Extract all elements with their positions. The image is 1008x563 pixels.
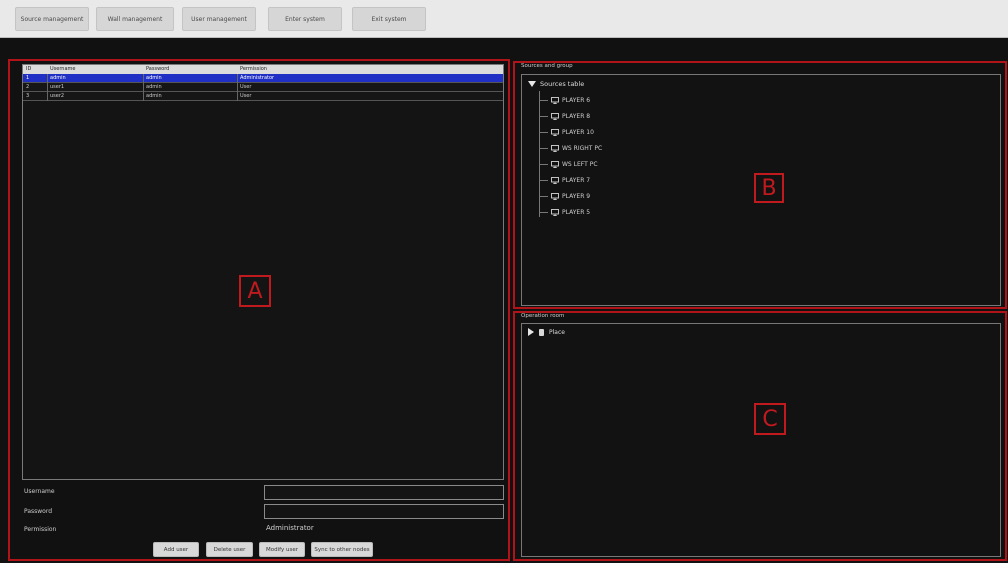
- header-password: Password: [146, 66, 170, 72]
- header-permission: Permission: [240, 66, 267, 72]
- user-management-button[interactable]: User management: [182, 7, 256, 31]
- monitor-icon: [551, 129, 559, 136]
- place-label: Place: [549, 328, 565, 336]
- cell-id: 1: [26, 75, 30, 81]
- tree-item-label: PLAYER 5: [562, 209, 591, 216]
- password-label: Password: [24, 508, 53, 515]
- monitor-icon: [551, 209, 559, 216]
- sources-root-label: Sources table: [540, 80, 585, 88]
- permission-select[interactable]: Administrator: [266, 524, 314, 532]
- cell-username: user2: [50, 93, 65, 99]
- username-label: Username: [24, 488, 55, 495]
- triangle-right-icon[interactable]: [528, 328, 534, 336]
- monitor-icon: [551, 97, 559, 104]
- marker-a: A: [239, 275, 271, 307]
- monitor-icon: [551, 113, 559, 120]
- monitor-icon: [551, 145, 559, 152]
- user-panel: ID Username Password Permission 1 admin …: [8, 59, 510, 561]
- marker-b: B: [754, 173, 784, 203]
- cell-password: admin: [146, 93, 162, 99]
- tree-item-label: PLAYER 8: [562, 113, 591, 120]
- tree-item[interactable]: PLAYER 8: [539, 113, 590, 120]
- tree-item[interactable]: PLAYER 6: [539, 97, 590, 104]
- table-row[interactable]: 3 user2 admin User: [23, 92, 503, 101]
- operation-panel: Operation room Place C: [513, 311, 1007, 561]
- tree-item-label: WS RIGHT PC: [562, 145, 603, 152]
- document-icon: [539, 328, 544, 336]
- sources-tree: Sources table PLAYER 6 PLAYER 8 PLAYER 1…: [521, 74, 1001, 306]
- place-item[interactable]: Place: [528, 328, 565, 336]
- marker-c: C: [754, 403, 786, 435]
- cell-permission: User: [240, 93, 252, 99]
- wall-management-button[interactable]: Wall management: [96, 7, 174, 31]
- operation-tree: Place C: [521, 323, 1001, 557]
- tree-item-label: PLAYER 9: [562, 193, 591, 200]
- tree-item[interactable]: WS RIGHT PC: [539, 145, 602, 152]
- users-table[interactable]: ID Username Password Permission 1 admin …: [22, 64, 504, 480]
- cell-id: 3: [26, 93, 30, 99]
- monitor-icon: [551, 177, 559, 184]
- tree-item-label: PLAYER 6: [562, 97, 591, 104]
- tree-item-label: PLAYER 7: [562, 177, 591, 184]
- cell-id: 2: [26, 84, 30, 90]
- sources-panel: Sources and group Sources table PLAYER 6…: [513, 61, 1007, 309]
- table-row[interactable]: 2 user1 admin User: [23, 83, 503, 92]
- sync-nodes-button[interactable]: Sync to other nodes: [311, 542, 373, 557]
- tree-item[interactable]: PLAYER 10: [539, 129, 594, 136]
- triangle-down-icon[interactable]: [528, 81, 536, 87]
- header-id: ID: [26, 66, 32, 72]
- monitor-icon: [551, 161, 559, 168]
- source-management-button[interactable]: Source management: [15, 7, 89, 31]
- tree-item[interactable]: PLAYER 7: [539, 177, 590, 184]
- table-header: ID Username Password Permission: [23, 65, 503, 74]
- tree-item-label: PLAYER 10: [562, 129, 594, 136]
- cell-password: admin: [146, 75, 162, 81]
- header-username: Username: [50, 66, 76, 72]
- enter-system-button[interactable]: Enter system: [268, 7, 342, 31]
- exit-system-button[interactable]: Exit system: [352, 7, 426, 31]
- permission-label: Permission: [24, 526, 57, 533]
- tree-item[interactable]: PLAYER 5: [539, 209, 590, 216]
- cell-permission: User: [240, 84, 252, 90]
- cell-password: admin: [146, 84, 162, 90]
- add-user-button[interactable]: Add user: [153, 542, 199, 557]
- tree-item-label: WS LEFT PC: [562, 161, 598, 168]
- username-input[interactable]: [264, 485, 504, 500]
- sources-title: Sources and group: [521, 63, 573, 69]
- cell-username: user1: [50, 84, 65, 90]
- password-input[interactable]: [264, 504, 504, 519]
- cell-username: admin: [50, 75, 66, 81]
- sources-root[interactable]: Sources table: [528, 80, 584, 88]
- tree-item[interactable]: PLAYER 9: [539, 193, 590, 200]
- operation-title: Operation room: [521, 313, 565, 319]
- delete-user-button[interactable]: Delete user: [206, 542, 253, 557]
- modify-user-button[interactable]: Modify user: [259, 542, 305, 557]
- tree-item[interactable]: WS LEFT PC: [539, 161, 598, 168]
- cell-permission: Administrator: [240, 75, 275, 81]
- monitor-icon: [551, 193, 559, 200]
- table-row[interactable]: 1 admin admin Administrator: [23, 74, 503, 83]
- top-toolbar: Source management Wall management User m…: [0, 0, 1008, 38]
